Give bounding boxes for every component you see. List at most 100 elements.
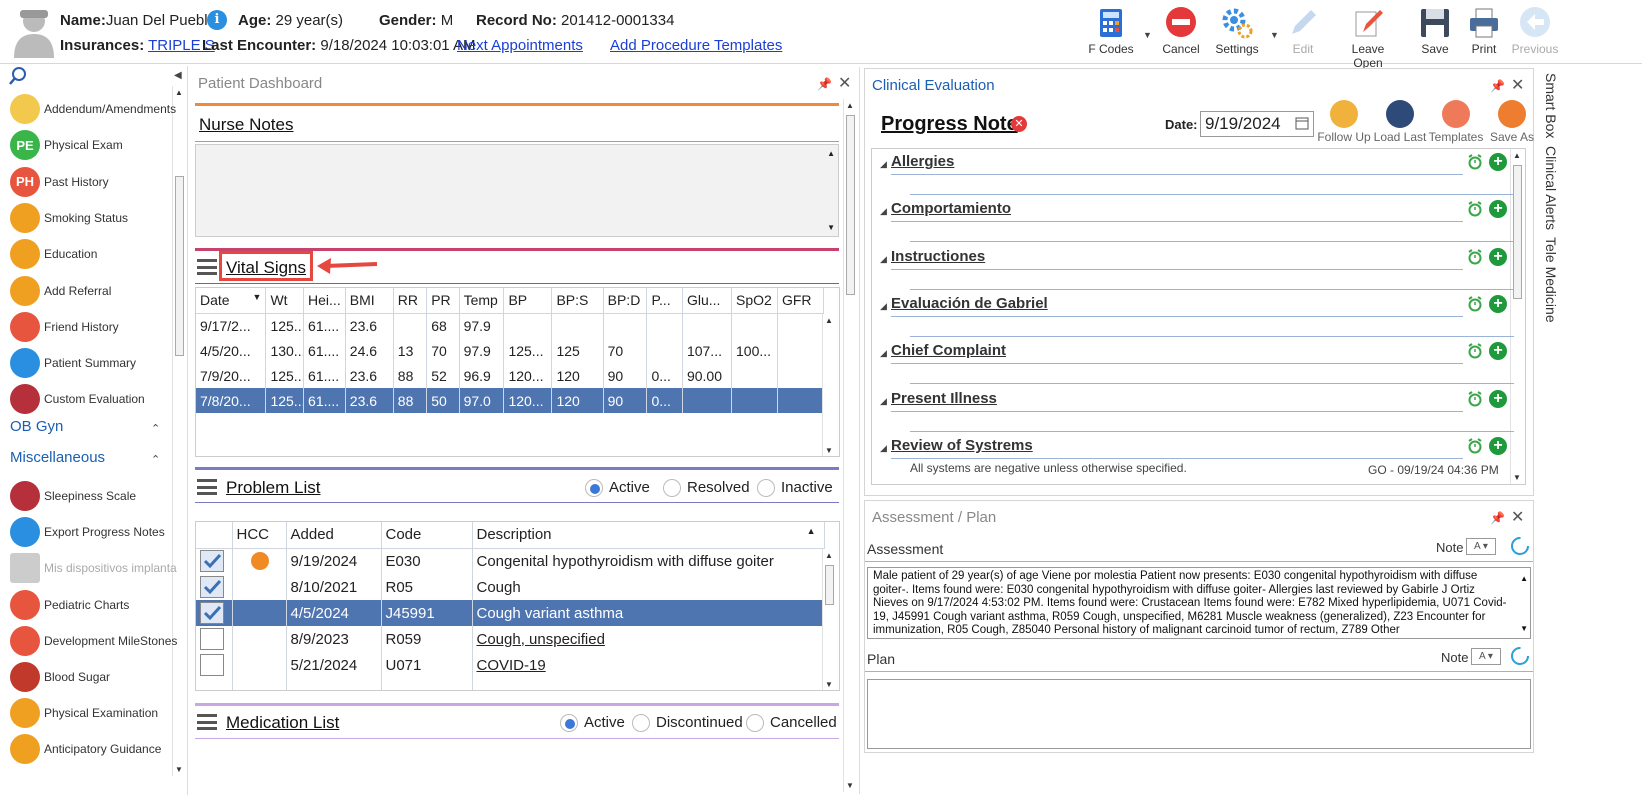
search-icon[interactable] — [8, 66, 28, 86]
save-as-button[interactable]: Save As — [1484, 100, 1540, 144]
date-picker[interactable]: 9/19/2024 — [1200, 111, 1314, 137]
table-row[interactable]: 8/10/2021 R05 Cough — [196, 574, 825, 600]
plan-textarea[interactable] — [867, 679, 1531, 749]
misc-item-7[interactable]: Anticipatory Guidance — [10, 732, 161, 766]
sidebar-item-0[interactable]: Addendum/Amendments — [10, 92, 176, 126]
vitals-col[interactable]: Date ▼ — [196, 288, 267, 314]
alarm-clock-icon[interactable] — [1467, 201, 1483, 217]
expand-icon[interactable]: ◢ — [880, 159, 887, 170]
expand-icon[interactable]: ◢ — [880, 254, 887, 265]
add-icon[interactable]: + — [1489, 342, 1507, 361]
alarm-clock-icon[interactable] — [1467, 248, 1483, 265]
misc-item-2[interactable]: Mis dispositivos implanta — [10, 551, 177, 585]
table-row[interactable]: 4/5/20... 130... 61.... 24.6 13 70 97.9 125... 1… — [196, 338, 825, 363]
table-row[interactable]: 4/5/2024 J45991 Cough variant asthma — [196, 600, 825, 626]
note-section[interactable]: ◢ Instructiones + — [878, 246, 1514, 292]
med-filter-cancelled[interactable]: Cancelled — [746, 714, 837, 733]
remove-note-icon[interactable]: ✕ — [1011, 116, 1027, 132]
nurse-notes-title[interactable]: Nurse Notes — [199, 115, 293, 135]
section-title[interactable]: Instructiones — [891, 248, 985, 265]
add-procedure-templates-link[interactable]: Add Procedure Templates — [610, 37, 782, 54]
note-section[interactable]: ◢ Comportamiento + — [878, 198, 1514, 244]
follow-up-button[interactable]: Follow Up — [1316, 100, 1372, 144]
vitals-col[interactable]: Glu... — [682, 288, 733, 314]
vitals-col[interactable]: Wt — [265, 288, 305, 314]
collapse-sidebar-icon[interactable]: ◀ — [174, 70, 182, 81]
settings-button[interactable]: Settings — [1206, 6, 1268, 60]
medications-menu-icon[interactable] — [197, 714, 217, 730]
previous-button[interactable]: Previous — [1504, 6, 1566, 60]
alarm-clock-icon[interactable] — [1467, 437, 1483, 454]
filter-resolved[interactable]: Resolved — [663, 479, 750, 498]
templates-button[interactable]: Templates — [1428, 100, 1484, 144]
dashboard-scrollbar[interactable]: ▲ ▼ — [843, 99, 857, 792]
note-section[interactable]: ◢ Present Illness + — [878, 388, 1514, 434]
vital-signs-title[interactable]: Vital Signs — [226, 258, 306, 278]
sidebar-item-3[interactable]: Smoking Status — [10, 201, 128, 235]
vitals-col[interactable]: P... — [646, 288, 683, 314]
col-added[interactable]: Added — [286, 522, 382, 549]
table-row[interactable]: 9/17/2... 125... 61.... 23.6 68 97.9 — [196, 313, 825, 338]
note-section[interactable]: ◢ Evaluación de Gabriel + — [878, 293, 1514, 339]
misc-item-4[interactable]: Development MileStones — [10, 624, 177, 658]
alarm-clock-icon[interactable] — [1467, 343, 1483, 359]
filter-inactive[interactable]: Inactive — [757, 479, 833, 498]
expand-icon[interactable]: ◢ — [880, 443, 887, 454]
section-title[interactable]: Evaluación de Gabriel — [891, 295, 1048, 312]
info-icon[interactable]: i — [207, 10, 227, 30]
fcodes-button[interactable]: F Codes — [1080, 6, 1142, 60]
misc-item-0[interactable]: Sleepiness Scale — [10, 479, 136, 513]
table-row[interactable]: 7/9/20... 125... 61.... 23.6 88 52 96.9 120... 1… — [196, 363, 825, 388]
sidebar-item-4[interactable]: Education — [10, 237, 97, 271]
tab-clinical-alerts[interactable]: Clinical Alerts — [1543, 146, 1559, 230]
vitals-col[interactable]: BMI — [345, 288, 394, 314]
misc-item-5[interactable]: Blood Sugar — [10, 660, 110, 694]
load-last-button[interactable]: Load Last — [1372, 100, 1428, 144]
nurse-notes-textarea[interactable]: ▲ ▼ — [195, 144, 839, 237]
sidebar-scrollbar[interactable]: ▲ ▼ — [172, 86, 186, 776]
vitals-menu-icon[interactable] — [197, 259, 217, 275]
add-icon[interactable]: + — [1489, 153, 1507, 171]
add-icon[interactable]: + — [1489, 436, 1507, 455]
section-title[interactable]: Comportamiento — [891, 200, 1011, 217]
problems-menu-icon[interactable] — [197, 479, 217, 495]
problem-checkbox[interactable] — [200, 550, 224, 573]
cancel-button[interactable]: Cancel — [1150, 6, 1212, 60]
obgyn-collapse-icon[interactable]: ⌃ — [151, 422, 160, 435]
ap-pin-icon[interactable]: 📌 — [1490, 511, 1505, 525]
add-icon[interactable]: + — [1489, 389, 1507, 408]
medication-list-title[interactable]: Medication List — [226, 713, 339, 733]
clinical-close-icon[interactable]: ✕ — [1511, 75, 1524, 95]
note-section[interactable]: ◢ Chief Complaint + — [878, 340, 1514, 386]
add-icon[interactable]: + — [1489, 247, 1507, 266]
table-row[interactable]: 9/19/2024 E030 Congenital hypothyroidism w… — [196, 548, 825, 574]
section-title[interactable]: Allergies — [891, 153, 954, 170]
next-appointments-link[interactable]: Next Appointments — [457, 37, 583, 54]
tab-smart-box[interactable]: Smart Box — [1543, 73, 1559, 138]
group-obgyn[interactable]: OB Gyn — [10, 418, 63, 435]
group-miscellaneous[interactable]: Miscellaneous — [10, 449, 105, 466]
sidebar-item-2[interactable]: PH Past History — [10, 165, 109, 199]
vitals-col[interactable]: BP:S — [551, 288, 604, 314]
sidebar-item-7[interactable]: Patient Summary — [10, 346, 136, 380]
misc-item-1[interactable]: Export Progress Notes — [10, 515, 165, 549]
expand-icon[interactable]: ◢ — [880, 206, 887, 217]
add-icon[interactable]: + — [1489, 294, 1507, 313]
sidebar-item-6[interactable]: Friend History — [10, 310, 119, 344]
problem-checkbox[interactable] — [200, 602, 224, 624]
pin-icon[interactable]: 📌 — [817, 77, 832, 91]
col-description[interactable]: Description ▲ — [472, 522, 825, 549]
vitals-col[interactable]: GFR — [777, 288, 825, 314]
section-title[interactable]: Review of Systrems — [891, 437, 1033, 454]
alarm-clock-icon[interactable] — [1467, 296, 1483, 312]
section-title[interactable]: Present Illness — [891, 390, 997, 407]
problem-list-title[interactable]: Problem List — [226, 478, 320, 498]
tab-tele-medicine[interactable]: Tele Medicine — [1543, 237, 1559, 323]
table-row[interactable]: 7/8/20... 125... 61.... 23.6 88 50 97.0 120... 1… — [196, 388, 825, 413]
assessment-refresh-icon[interactable] — [1509, 535, 1531, 557]
sidebar-item-5[interactable]: Add Referral — [10, 274, 111, 308]
table-row[interactable]: 8/9/2023 R059 Cough, unspecified — [196, 626, 825, 652]
table-row[interactable]: 5/21/2024 U071 COVID-19 — [196, 652, 825, 678]
problem-checkbox[interactable] — [200, 576, 224, 598]
col-code[interactable]: Code — [381, 522, 473, 549]
